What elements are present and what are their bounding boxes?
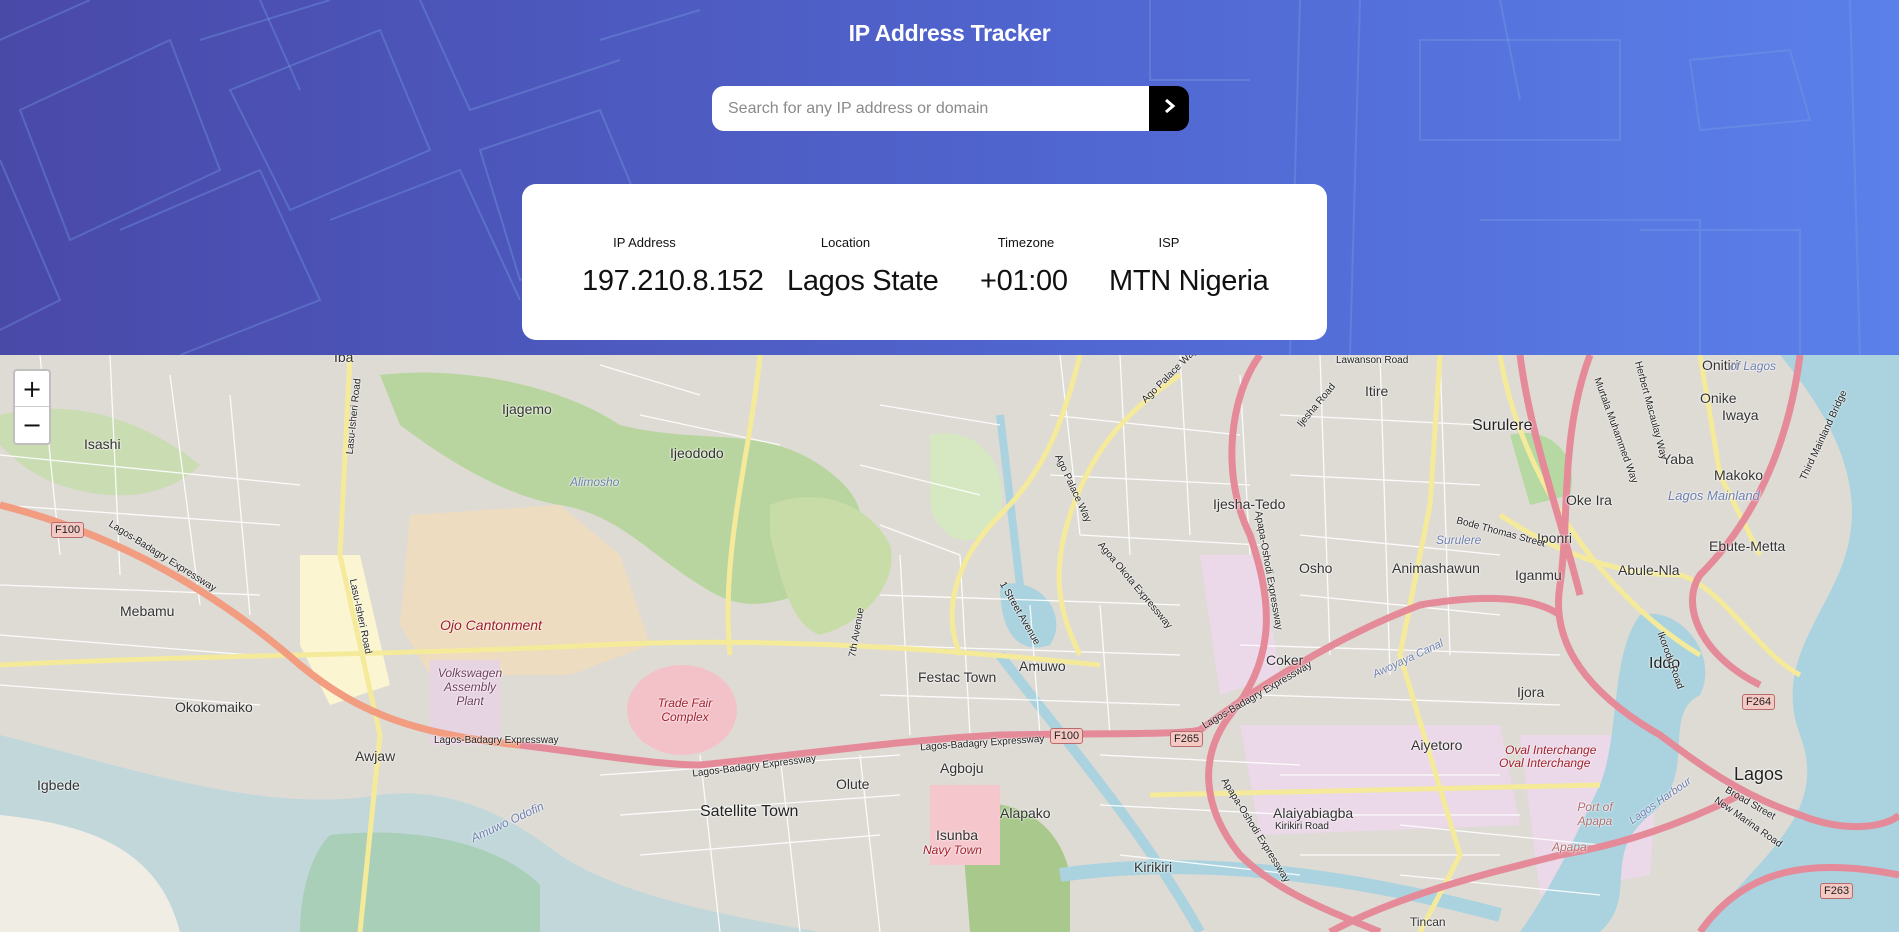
page-title: IP Address Tracker: [848, 20, 1051, 46]
map-place: Tincan: [1410, 915, 1446, 929]
location-value: Lagos State: [787, 265, 939, 297]
route-shield: F264: [1742, 694, 1776, 710]
map-place: Satellite Town: [700, 803, 799, 820]
map-place: of Lagos: [1730, 359, 1777, 373]
route-shield: F100: [51, 522, 85, 538]
map-place: Isashi: [84, 436, 121, 452]
map-place: Festac Town: [918, 669, 997, 685]
ip-address-block: IP Address 197.210.8.152: [582, 235, 764, 298]
map-place: Abule-Nla: [1618, 562, 1680, 578]
timezone-label: Timezone: [997, 235, 1055, 250]
ip-address-label: IP Address: [613, 235, 676, 250]
map-view[interactable]: Iba Ijagemo Isashi Ijeododo Alimosho Iti…: [0, 355, 1899, 932]
map-place: Isunba: [936, 827, 979, 843]
map-place: Oval Interchange: [1505, 743, 1597, 757]
route-shield: F263: [1820, 883, 1854, 899]
map-place: Iwaya: [1722, 407, 1759, 423]
map-place: Iganmu: [1515, 567, 1562, 583]
zoom-in-button[interactable]: +: [15, 371, 49, 407]
search-bar: [712, 86, 1189, 131]
isp-label: ISP: [1158, 235, 1180, 250]
map-place: Port of Apapa: [1577, 800, 1613, 828]
isp-value: MTN Nigeria: [1109, 265, 1269, 297]
map-place: Iba: [334, 355, 354, 365]
map-place: Oval Interchange: [1499, 756, 1591, 770]
ip-address-value: 197.210.8.152: [582, 265, 764, 297]
map-place: Osho: [1299, 560, 1333, 576]
map-place: Ijesha-Tedo: [1213, 496, 1286, 512]
map-place: Apapa: [1552, 840, 1587, 854]
map-place: Kirikiri: [1134, 859, 1173, 875]
map-place: Awjaw: [355, 748, 396, 764]
map-place: Surulere: [1436, 533, 1482, 547]
location-label: Location: [820, 235, 871, 250]
map-place: Lagos Mainland: [1668, 488, 1760, 503]
map-place: Amuwo: [1019, 658, 1066, 674]
map-place: Surulere: [1472, 417, 1533, 434]
map-place: Navy Town: [923, 843, 982, 857]
map-road-label: Lagos-Badagry Expressway: [434, 735, 559, 746]
search-input[interactable]: [712, 86, 1149, 131]
map-road-label: Kirikiri Road: [1275, 821, 1329, 832]
map-place: Lagos: [1734, 764, 1784, 784]
timezone-value: +01:00: [980, 265, 1068, 297]
map-place: Alapako: [1000, 805, 1051, 821]
map-place: Animashawun: [1392, 560, 1480, 576]
map-place: Volkswagen Assembly Plant: [437, 666, 503, 708]
map-place: Makoko: [1714, 467, 1764, 483]
map-place: Olute: [836, 776, 870, 792]
map-place: Oke Ira: [1566, 492, 1612, 508]
ip-info-card: IP Address 197.210.8.152 Location Lagos …: [522, 184, 1327, 340]
route-shield: F100: [1050, 728, 1084, 744]
map-place: Itire: [1365, 383, 1389, 399]
map-place: Aiyetoro: [1411, 737, 1463, 753]
map-place: Ebute-Metta: [1709, 538, 1786, 554]
location-block: Location Lagos State: [787, 235, 939, 298]
search-button[interactable]: [1149, 86, 1189, 131]
zoom-out-button[interactable]: −: [15, 407, 49, 443]
isp-block: ISP MTN Nigeria: [1109, 235, 1269, 298]
map-road-label: Lawanson Road: [1336, 355, 1409, 366]
map-place: Alimosho: [570, 475, 620, 489]
map-place: Agboju: [940, 760, 984, 776]
route-shield: F265: [1170, 731, 1204, 747]
map-place: Ijeododo: [670, 445, 724, 461]
map-place: Alaiyabiagba: [1273, 805, 1354, 821]
chevron-right-icon: [1162, 98, 1176, 119]
map-place: Okokomaiko: [175, 699, 253, 715]
map-place: Ijora: [1517, 684, 1545, 700]
map-place: Mebamu: [120, 603, 175, 619]
map-place: Ojo Cantonment: [440, 617, 542, 633]
map-place: Igbede: [37, 777, 80, 793]
map-place: Onike: [1700, 390, 1737, 406]
map-place: Trade Fair Complex: [657, 696, 713, 724]
zoom-control: + −: [13, 369, 51, 445]
timezone-block: Timezone +01:00: [980, 235, 1072, 298]
map-place: Ijagemo: [502, 401, 552, 417]
